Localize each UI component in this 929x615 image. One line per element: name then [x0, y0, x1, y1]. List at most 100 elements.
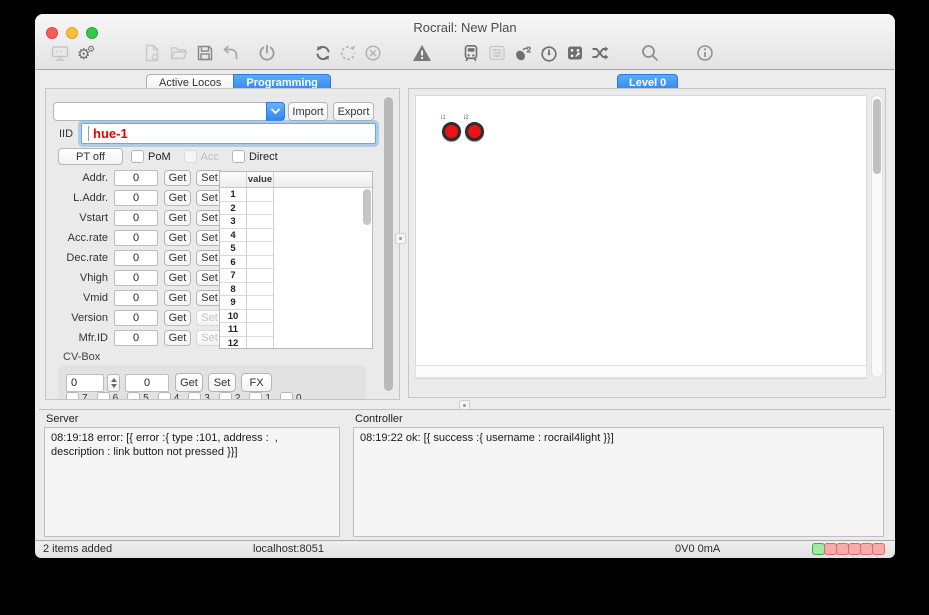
power-icon[interactable]	[255, 41, 279, 65]
emergency-stop-icon[interactable]	[361, 41, 385, 65]
undo-icon[interactable]	[219, 41, 243, 65]
bit-checkbox[interactable]	[96, 392, 110, 399]
cv-parameter-value-field[interactable]: 0	[114, 250, 158, 266]
cv-value-table[interactable]: value 1 2 3 4 5 6 7 8 9 10 11 12	[219, 171, 373, 349]
canvas-vertical-scrollbar[interactable]	[871, 95, 883, 378]
checkbox-option[interactable]: PoM	[131, 150, 171, 163]
reset-icon[interactable]	[336, 41, 360, 65]
get-button[interactable]: Get	[164, 290, 191, 306]
cv-parameter-value-field[interactable]: 0	[114, 190, 158, 206]
auto-mode-icon[interactable]	[311, 41, 335, 65]
table-value-cell[interactable]	[247, 282, 274, 296]
open-plan-icon[interactable]	[167, 41, 191, 65]
table-row[interactable]: 2	[220, 201, 372, 215]
get-button[interactable]: Get	[164, 210, 191, 226]
table-value-cell[interactable]	[247, 323, 274, 337]
get-button[interactable]: Get	[164, 170, 191, 186]
table-value-cell[interactable]	[247, 228, 274, 242]
table-row[interactable]: 10	[220, 309, 372, 323]
table-row[interactable]: 8	[220, 282, 372, 296]
table-row[interactable]: 11	[220, 323, 372, 337]
search-icon[interactable]	[638, 41, 662, 65]
table-value-cell[interactable]	[247, 255, 274, 269]
sensor-red-circle[interactable]	[465, 122, 484, 141]
table-row[interactable]: 6	[220, 255, 372, 269]
cv-parameter-value-field[interactable]: 0	[114, 310, 158, 326]
switch-panel-icon[interactable]	[563, 41, 587, 65]
table-row[interactable]: 7	[220, 269, 372, 283]
bit-checkbox[interactable]	[66, 392, 79, 399]
throttle-icon[interactable]: 2	[511, 41, 535, 65]
titlebar[interactable]: Rocrail: New Plan ⚙ ⚙ 2	[35, 14, 895, 70]
cv-parameter-value-field[interactable]: 0	[114, 270, 158, 286]
table-scrollbar[interactable]	[363, 189, 371, 225]
vertical-splitter-grip[interactable]	[395, 233, 406, 244]
cv-number-field[interactable]: 0	[66, 374, 104, 392]
feedback-sensor[interactable]: i1	[441, 114, 462, 142]
checkbox-option[interactable]: Direct	[231, 150, 278, 163]
cv-set-button[interactable]: Set	[208, 373, 236, 392]
switch-list-icon[interactable]	[485, 41, 509, 65]
checkbox-option[interactable]: Acc	[183, 150, 219, 163]
workspace-icon[interactable]	[48, 41, 72, 65]
cv-number-stepper[interactable]	[107, 374, 120, 392]
checkbox[interactable]	[131, 150, 144, 163]
table-row[interactable]: 12	[220, 336, 372, 348]
get-button[interactable]: Get	[164, 250, 191, 266]
table-value-cell[interactable]	[247, 201, 274, 215]
checkbox[interactable]	[183, 150, 197, 163]
table-row[interactable]: 5	[220, 242, 372, 256]
cv-value-field[interactable]: 0	[125, 374, 169, 392]
sensor-red-circle[interactable]	[442, 122, 461, 141]
table-value-cell[interactable]	[247, 269, 274, 283]
bit-checkbox[interactable]	[279, 392, 293, 399]
panel-scrollbar[interactable]	[384, 97, 393, 391]
get-button[interactable]: Get	[164, 230, 191, 246]
iid-input[interactable]: hue-1	[81, 123, 376, 144]
track-plan-canvas[interactable]: i1 i2	[415, 95, 867, 379]
canvas-scrollbar-thumb[interactable]	[873, 99, 881, 174]
table-value-cell[interactable]	[247, 188, 274, 202]
routes-icon[interactable]	[588, 41, 612, 65]
get-button[interactable]: Get	[164, 190, 191, 206]
table-row[interactable]: 9	[220, 296, 372, 310]
cv-parameter-value-field[interactable]: 0	[114, 210, 158, 226]
cv-parameter-value-field[interactable]: 0	[114, 330, 158, 346]
export-button[interactable]: Export	[333, 102, 374, 121]
get-button[interactable]: Get	[164, 270, 191, 286]
server-log-text[interactable]: 08:19:18 error: [{ error :{ type :101, a…	[44, 427, 340, 537]
decoder-combo[interactable]	[53, 102, 285, 121]
bit-checkbox[interactable]	[157, 392, 171, 399]
info-icon[interactable]	[693, 41, 717, 65]
save-plan-icon[interactable]	[193, 41, 217, 65]
table-row[interactable]: 4	[220, 228, 372, 242]
stepper-up-icon[interactable]	[110, 378, 117, 382]
new-plan-icon[interactable]	[140, 41, 164, 65]
table-row[interactable]: 3	[220, 215, 372, 229]
warning-icon[interactable]	[410, 41, 434, 65]
pt-off-button[interactable]: PT off	[58, 148, 123, 165]
controller-log-text[interactable]: 08:19:22 ok: [{ success :{ username : ro…	[353, 427, 884, 537]
canvas-horizontal-scrollbar[interactable]	[415, 365, 867, 378]
chevron-down-icon[interactable]	[266, 102, 285, 121]
cv-fx-button[interactable]: FX	[241, 373, 272, 392]
feedback-sensor[interactable]: i2	[464, 114, 485, 142]
table-value-cell[interactable]	[247, 215, 274, 229]
get-button[interactable]: Get	[164, 310, 191, 326]
cv-parameter-value-field[interactable]: 0	[114, 230, 158, 246]
cv-parameter-value-field[interactable]: 0	[114, 290, 158, 306]
import-button[interactable]: Import	[288, 102, 328, 121]
bit-checkbox[interactable]	[249, 392, 263, 399]
panel-scrollbar-thumb[interactable]	[384, 97, 393, 391]
stepper-down-icon[interactable]	[110, 384, 117, 388]
bit-checkbox[interactable]	[218, 392, 232, 399]
table-value-cell[interactable]	[247, 242, 274, 256]
cv-parameter-value-field[interactable]: 0	[114, 170, 158, 186]
table-value-cell[interactable]	[247, 309, 274, 323]
table-value-cell[interactable]	[247, 296, 274, 310]
locos-icon[interactable]	[459, 41, 483, 65]
cv-get-button[interactable]: Get	[175, 373, 203, 392]
settings-gears-icon[interactable]: ⚙ ⚙	[75, 41, 99, 65]
clock-icon[interactable]	[537, 41, 561, 65]
get-button[interactable]: Get	[164, 330, 191, 346]
